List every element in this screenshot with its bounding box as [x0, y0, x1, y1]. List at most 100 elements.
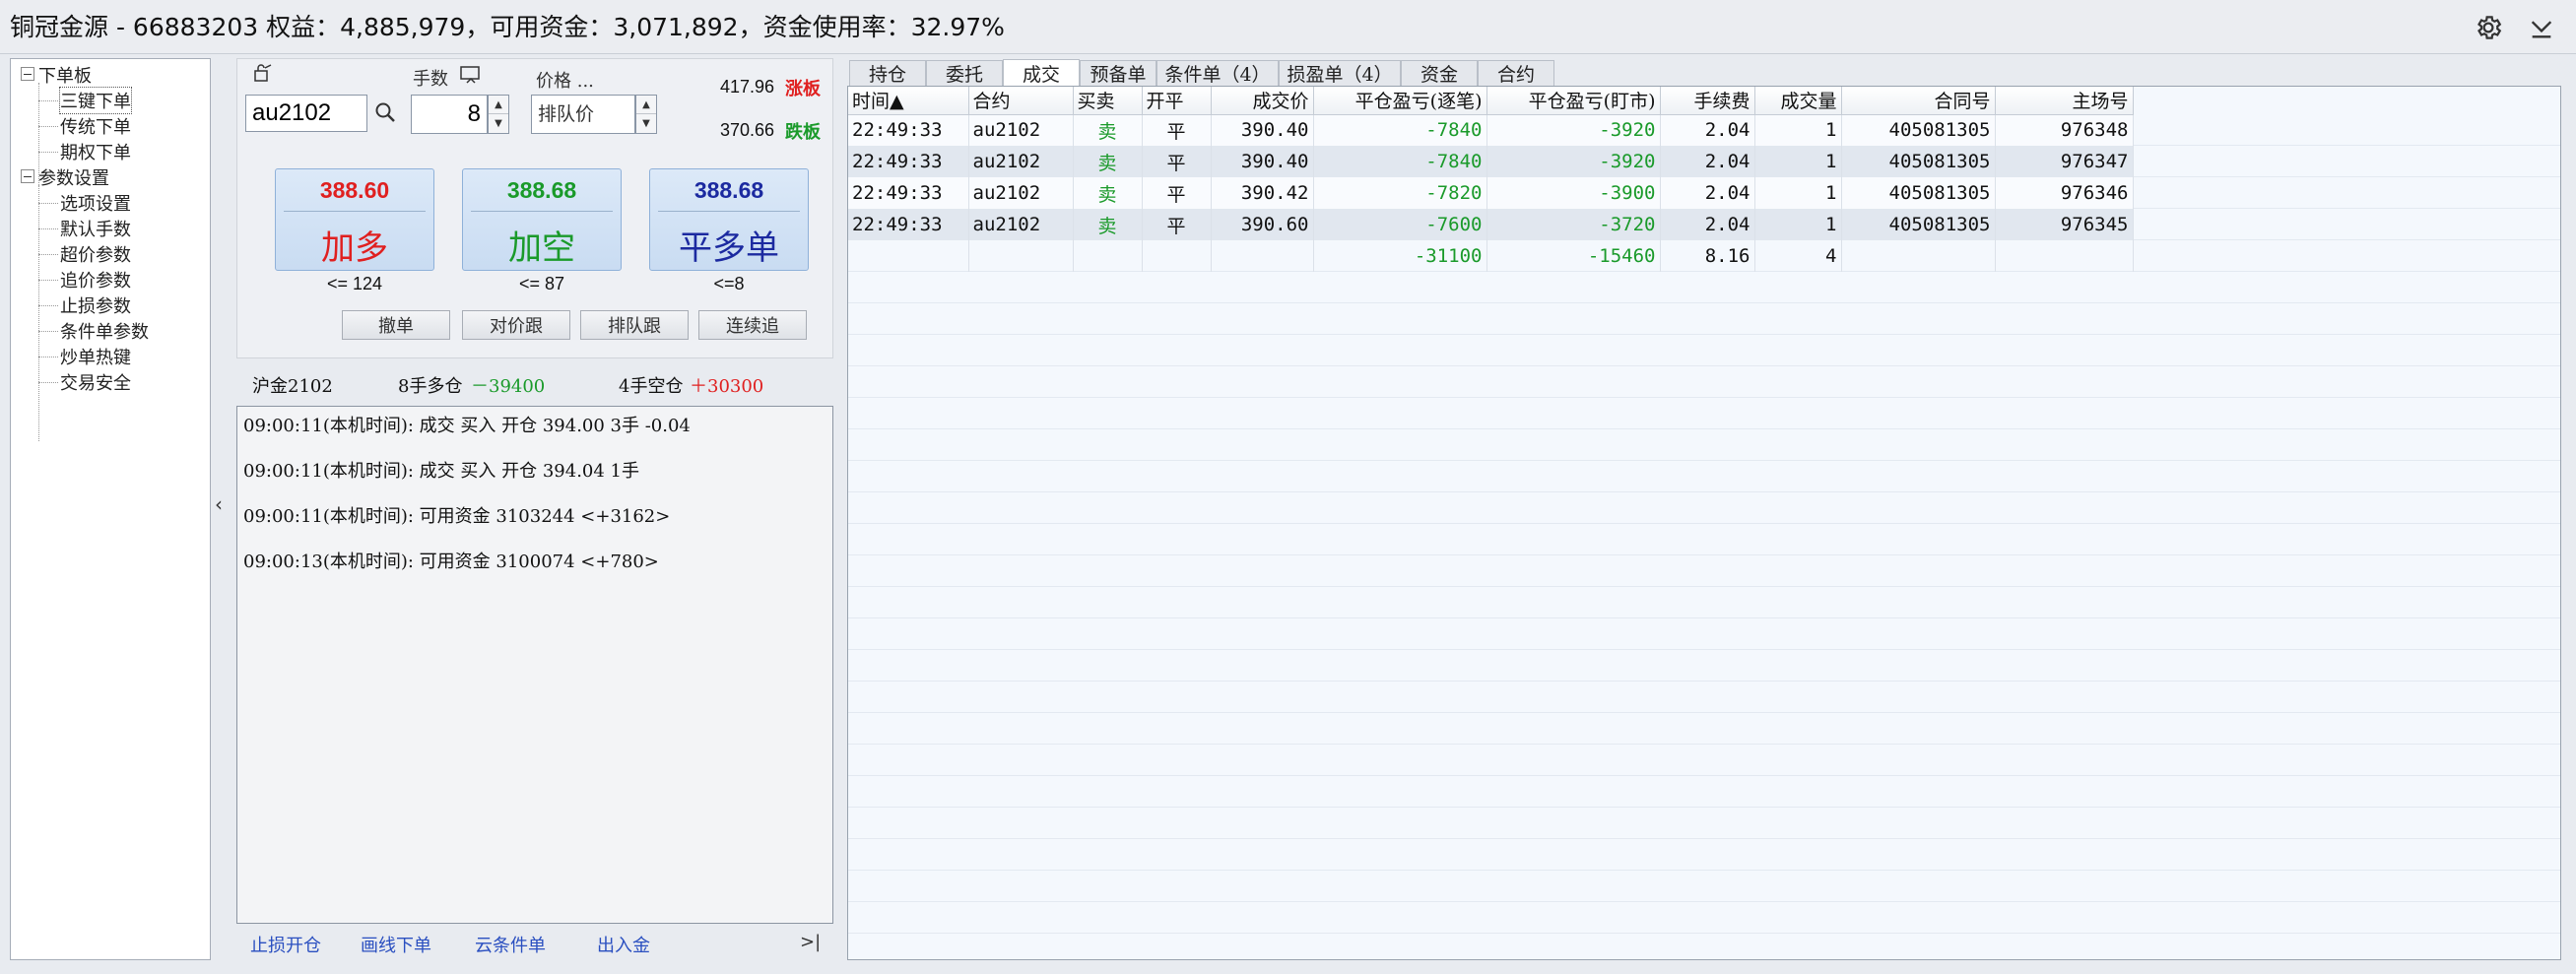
column-header-contract[interactable]: 合约 [968, 87, 1074, 115]
tree-collapse-icon[interactable] [21, 169, 34, 183]
column-header-exchange-no[interactable]: 主场号 [1995, 87, 2134, 115]
tree-item-options[interactable]: 选项设置 [60, 190, 131, 216]
column-header-fee[interactable]: 手续费 [1660, 87, 1755, 115]
stepper-up-icon[interactable]: ▲ [636, 96, 656, 114]
add-long-button[interactable]: 388.60 加多 [275, 168, 434, 271]
tree-item-option-order[interactable]: 期权下单 [60, 139, 131, 164]
tree-item-conditional[interactable]: 条件单参数 [60, 318, 149, 344]
expand-panel-icon[interactable]: >| [800, 932, 821, 952]
add-short-label: 加空 [508, 228, 575, 268]
tab-conditional-orders[interactable]: 条件单（4） [1156, 60, 1279, 86]
tree-collapse-icon[interactable] [21, 67, 34, 81]
gear-icon[interactable] [2469, 8, 2508, 47]
close-long-button[interactable]: 388.68 平多单 [649, 168, 809, 271]
cloud-conditional-link[interactable]: 云条件单 [475, 932, 546, 957]
column-header-time[interactable]: 时间▲ [848, 87, 969, 115]
total-fee: 8.16 [1660, 240, 1755, 272]
draw-line-order-link[interactable]: 画线下单 [361, 932, 431, 957]
tree-item-chase-price[interactable]: 追价参数 [60, 267, 131, 292]
tree-item-stop-loss[interactable]: 止损参数 [60, 292, 131, 318]
column-header-volume[interactable]: 成交量 [1754, 87, 1842, 115]
price-label[interactable]: 价格 ... [536, 67, 594, 93]
column-header-side[interactable]: 买卖 [1073, 87, 1143, 115]
tree-group-parameters[interactable]: 参数设置 [38, 164, 109, 190]
tab-contracts[interactable]: 合约 [1478, 60, 1554, 86]
tab-orders[interactable]: 委托 [926, 60, 1003, 86]
cell-time: 22:49:33 [848, 177, 969, 209]
column-header-contract-no[interactable]: 合同号 [1841, 87, 1996, 115]
table-row[interactable]: 22:49:33 au2102 卖 平 390.60 -7600 -3720 2… [848, 209, 2134, 240]
tab-prepared-orders[interactable]: 预备单 [1080, 60, 1156, 86]
continuous-chase-button[interactable]: 连续追 [698, 310, 807, 340]
limit-up-price: 417.96 [720, 77, 775, 97]
collapse-sidebar-icon[interactable]: ‹ [215, 492, 223, 516]
cell-exchange-no: 976348 [1995, 114, 2134, 146]
cell-pnl-mark: -3920 [1486, 114, 1661, 146]
qty-switch-icon[interactable] [459, 65, 483, 89]
cell-side: 卖 [1073, 114, 1143, 146]
cell-exchange-no: 976347 [1995, 146, 2134, 177]
total-cell [1142, 240, 1212, 272]
stop-loss-open-link[interactable]: 止损开仓 [250, 932, 321, 957]
table-row[interactable]: 22:49:33 au2102 卖 平 390.40 -7840 -3920 2… [848, 146, 2134, 177]
cell-exchange-no: 976345 [1995, 209, 2134, 240]
add-short-price: 388.68 [506, 177, 577, 203]
log-line: 09:00:11(本机时间): 成交 买入 开仓 394.04 1手 [243, 461, 639, 482]
add-short-button[interactable]: 388.68 加空 [462, 168, 622, 271]
cell-volume: 1 [1754, 209, 1842, 240]
cell-volume: 1 [1754, 146, 1842, 177]
tree-item-traditional-order[interactable]: 传统下单 [60, 113, 131, 139]
window-title: 铜冠金源 - 66883203 权益：4,885,979，可用资金：3,071,… [10, 13, 1005, 41]
deposit-withdraw-link[interactable]: 出入金 [597, 932, 650, 957]
cell-contract: au2102 [968, 146, 1074, 177]
short-position-pnl: ＋30300 [690, 376, 764, 397]
tab-trades[interactable]: 成交 [1003, 59, 1080, 87]
cell-fee: 2.04 [1660, 114, 1755, 146]
column-header-open-close[interactable]: 开平 [1142, 87, 1212, 115]
qty-stepper[interactable]: ▲ ▼ [488, 95, 509, 134]
tree-item-overprice[interactable]: 超价参数 [60, 241, 131, 267]
cell-open-close: 平 [1142, 209, 1212, 240]
tab-stop-orders[interactable]: 损盈单（4） [1279, 60, 1401, 86]
table-row[interactable]: 22:49:33 au2102 卖 平 390.40 -7840 -3920 2… [848, 114, 2134, 146]
total-cell [968, 240, 1074, 272]
counter-price-follow-button[interactable]: 对价跟 [462, 310, 570, 340]
tab-funds[interactable]: 资金 [1401, 60, 1478, 86]
table-row[interactable]: 22:49:33 au2102 卖 平 390.42 -7820 -3900 2… [848, 177, 2134, 209]
close-long-qty: <=8 [713, 274, 745, 293]
cell-price: 390.60 [1211, 209, 1314, 240]
trades-grid: 时间▲ 合约 买卖 开平 成交价 平仓盈亏(逐笔) 平仓盈亏(盯市) 手续费 成… [847, 86, 2561, 960]
chevron-down-icon[interactable] [2522, 8, 2561, 47]
cell-contract: au2102 [968, 177, 1074, 209]
column-header-pnl-mark[interactable]: 平仓盈亏(盯市) [1486, 87, 1661, 115]
column-header-price[interactable]: 成交价 [1211, 87, 1314, 115]
cell-pnl-per-trade: -7840 [1313, 146, 1487, 177]
limit-down-label: 跌板 [785, 122, 821, 143]
tree-item-default-qty[interactable]: 默认手数 [60, 216, 131, 241]
long-position-label: 8手多仓 [398, 376, 463, 397]
cell-fee: 2.04 [1660, 177, 1755, 209]
price-mode-select[interactable]: 排队价 [531, 95, 635, 134]
queue-follow-button[interactable]: 排队跟 [580, 310, 689, 340]
contract-input[interactable]: au2102 [245, 95, 367, 132]
stepper-down-icon[interactable]: ▼ [489, 114, 508, 133]
cell-time: 22:49:33 [848, 114, 969, 146]
stepper-down-icon[interactable]: ▼ [636, 114, 656, 133]
cell-price: 390.40 [1211, 146, 1314, 177]
column-header-pnl-per-trade[interactable]: 平仓盈亏(逐笔) [1313, 87, 1487, 115]
cell-pnl-mark: -3720 [1486, 209, 1661, 240]
short-position-label: 4手空仓 [619, 376, 684, 397]
tab-positions[interactable]: 持仓 [849, 60, 926, 86]
order-panel: au2102 手数 8 ▲ ▼ 价格 ... 排队价 ▲ ▼ 417.96 涨板 3… [236, 58, 833, 358]
lock-icon[interactable] [253, 63, 275, 87]
tree-item-hotkeys[interactable]: 炒单热键 [60, 344, 131, 369]
stepper-up-icon[interactable]: ▲ [489, 96, 508, 114]
position-contract: 沪金2102 [252, 376, 333, 397]
tree-group-order-board[interactable]: 下单板 [38, 62, 92, 88]
tree-item-three-key-order[interactable]: 三键下单 [59, 87, 132, 114]
price-stepper[interactable]: ▲ ▼ [635, 95, 657, 134]
qty-input[interactable]: 8 [411, 95, 488, 134]
cancel-order-button[interactable]: 撤单 [342, 310, 450, 340]
search-icon[interactable] [373, 100, 397, 128]
tree-item-security[interactable]: 交易安全 [60, 369, 131, 395]
